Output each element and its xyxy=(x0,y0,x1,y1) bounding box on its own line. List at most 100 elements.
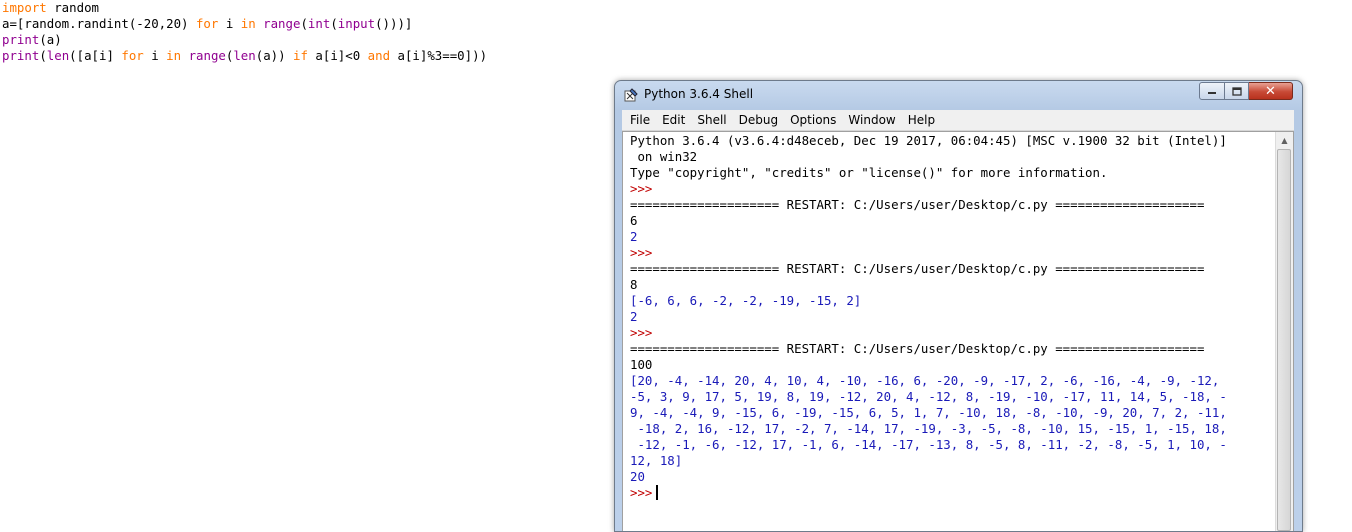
menu-bar: File Edit Shell Debug Options Window Help xyxy=(622,110,1294,131)
editor-line: print(a) xyxy=(2,32,487,48)
minimize-icon xyxy=(1208,92,1216,94)
shell-output[interactable]: Python 3.6.4 (v3.6.4:d48eceb, Dec 19 201… xyxy=(630,133,1280,501)
code-token: a=[random.randint(-20,20) xyxy=(2,16,196,31)
shell-line-text: >>> xyxy=(630,245,653,260)
shell-line-text: ==================== RESTART: C:/Users/u… xyxy=(630,261,1205,276)
shell-line-text: 2 xyxy=(630,309,638,324)
scroll-up-arrow-icon[interactable]: ▲ xyxy=(1276,132,1293,149)
minimize-button[interactable] xyxy=(1199,82,1225,100)
shell-line: Type "copyright", "credits" or "license(… xyxy=(630,165,1280,181)
shell-output-line: 2 xyxy=(630,229,1280,245)
builtin-token: int xyxy=(307,16,331,31)
scrollbar-thumb[interactable] xyxy=(1277,149,1291,531)
maximize-button[interactable] xyxy=(1225,82,1249,100)
keyword-token: in xyxy=(166,48,182,63)
editor-line: a=[random.randint(-20,20) for i in range… xyxy=(2,16,487,32)
builtin-token: print xyxy=(2,48,40,63)
shell-line-text: 100 xyxy=(630,357,653,372)
editor-line: import random xyxy=(2,0,487,16)
shell-line: 8 xyxy=(630,277,1280,293)
builtin-token: len xyxy=(233,48,256,63)
keyword-token: in xyxy=(240,16,256,31)
title-bar[interactable]: Python 3.6.4 Shell ✕ xyxy=(615,81,1302,109)
shell-line-text: 20 xyxy=(630,469,645,484)
menu-options[interactable]: Options xyxy=(784,110,842,130)
keyword-token: for xyxy=(195,16,219,31)
keyword-token: if xyxy=(293,48,308,63)
text-cursor xyxy=(656,485,659,500)
code-token: ( xyxy=(330,16,338,31)
builtin-token: range xyxy=(263,16,301,31)
shell-line-text: 2 xyxy=(630,229,638,244)
shell-output-line: -12, -1, -6, -12, 17, -1, 6, -14, -17, -… xyxy=(630,437,1280,453)
builtin-token: print xyxy=(2,32,40,47)
menu-shell[interactable]: Shell xyxy=(691,110,732,130)
maximize-icon xyxy=(1231,86,1242,96)
shell-line: ==================== RESTART: C:/Users/u… xyxy=(630,197,1280,213)
shell-line-text: 9, -4, -4, 9, -15, 6, -19, -15, 6, 5, 1,… xyxy=(630,405,1227,420)
shell-line-text: 8 xyxy=(630,277,638,292)
shell-line-text: >>> xyxy=(630,485,653,500)
keyword-token: import xyxy=(2,0,47,15)
shell-output-line: -5, 3, 9, 17, 5, 19, 8, 19, -12, 20, 4, … xyxy=(630,389,1280,405)
shell-line-text: -5, 3, 9, 17, 5, 19, 8, 19, -12, 20, 4, … xyxy=(630,389,1227,404)
shell-line-text: >>> xyxy=(630,325,653,340)
code-token: ( xyxy=(300,16,308,31)
editor-line: print(len([a[i] for i in range(len(a)) i… xyxy=(2,48,487,64)
close-button[interactable]: ✕ xyxy=(1249,82,1293,100)
menu-window[interactable]: Window xyxy=(842,110,901,130)
shell-line: ==================== RESTART: C:/Users/u… xyxy=(630,261,1280,277)
shell-line: ==================== RESTART: C:/Users/u… xyxy=(630,341,1280,357)
menu-help[interactable]: Help xyxy=(902,110,941,130)
window-controls: ✕ xyxy=(1199,82,1293,102)
menu-debug[interactable]: Debug xyxy=(733,110,784,130)
vertical-scrollbar[interactable]: ▲ xyxy=(1275,132,1293,531)
shell-line: Python 3.6.4 (v3.6.4:d48eceb, Dec 19 201… xyxy=(630,133,1280,149)
code-token: ()))] xyxy=(375,16,413,31)
shell-line-text: -12, -1, -6, -12, 17, -1, 6, -14, -17, -… xyxy=(630,437,1227,452)
menu-file[interactable]: File xyxy=(622,110,656,130)
code-token: a[i]%3==0])) xyxy=(390,48,488,63)
shell-line: 100 xyxy=(630,357,1280,373)
editor-code[interactable]: import random a=[random.randint(-20,20) f… xyxy=(2,0,487,64)
shell-prompt: >>> xyxy=(630,245,1280,261)
shell-line-text: >>> xyxy=(630,181,653,196)
shell-line-text: 6 xyxy=(630,213,638,228)
shell-prompt: >>> xyxy=(630,181,1280,197)
shell-output-line: 9, -4, -4, 9, -15, 6, -19, -15, 6, 5, 1,… xyxy=(630,405,1280,421)
keyword-token: for xyxy=(121,48,144,63)
shell-line-text: [20, -4, -14, 20, 4, 10, 4, -10, -16, 6,… xyxy=(630,373,1220,388)
shell-line-text: Type "copyright", "credits" or "license(… xyxy=(630,165,1108,180)
shell-line: 6 xyxy=(630,213,1280,229)
shell-prompt: >>> xyxy=(630,485,1280,501)
close-icon: ✕ xyxy=(1265,83,1276,99)
shell-line-text: 12, 18] xyxy=(630,453,683,468)
shell-line-text: ==================== RESTART: C:/Users/u… xyxy=(630,197,1205,212)
keyword-token: and xyxy=(367,48,391,63)
shell-output-line: [-6, 6, 6, -2, -2, -19, -15, 2] xyxy=(630,293,1280,309)
builtin-token: range xyxy=(188,48,226,63)
code-token: i xyxy=(143,48,167,63)
shell-output-line: -18, 2, 16, -12, 17, -2, 7, -14, 17, -19… xyxy=(630,421,1280,437)
code-token: a[i]<0 xyxy=(307,48,368,63)
shell-text-area[interactable]: Python 3.6.4 (v3.6.4:d48eceb, Dec 19 201… xyxy=(622,131,1294,531)
shell-line-text: Python 3.6.4 (v3.6.4:d48eceb, Dec 19 201… xyxy=(630,133,1227,148)
shell-window: Python 3.6.4 Shell ✕ File Edit Shell Debug O… xyxy=(614,80,1303,532)
shell-output-line: 12, 18] xyxy=(630,453,1280,469)
code-token: ([a[i] xyxy=(69,48,122,63)
builtin-token: len xyxy=(46,48,70,63)
code-token: (a)) xyxy=(255,48,294,63)
window-title: Python 3.6.4 Shell xyxy=(644,87,754,101)
code-token: random xyxy=(46,0,99,15)
shell-line: on win32 xyxy=(630,149,1280,165)
python-idle-icon xyxy=(624,88,638,102)
shell-line-text: ==================== RESTART: C:/Users/u… xyxy=(630,341,1205,356)
shell-output-line: [20, -4, -14, 20, 4, 10, 4, -10, -16, 6,… xyxy=(630,373,1280,389)
code-token: i xyxy=(218,16,241,31)
code-token: ( xyxy=(39,48,47,63)
menu-edit[interactable]: Edit xyxy=(656,110,691,130)
shell-output-line: 20 xyxy=(630,469,1280,485)
builtin-token: input xyxy=(337,16,376,31)
code-token: (a) xyxy=(39,32,62,47)
